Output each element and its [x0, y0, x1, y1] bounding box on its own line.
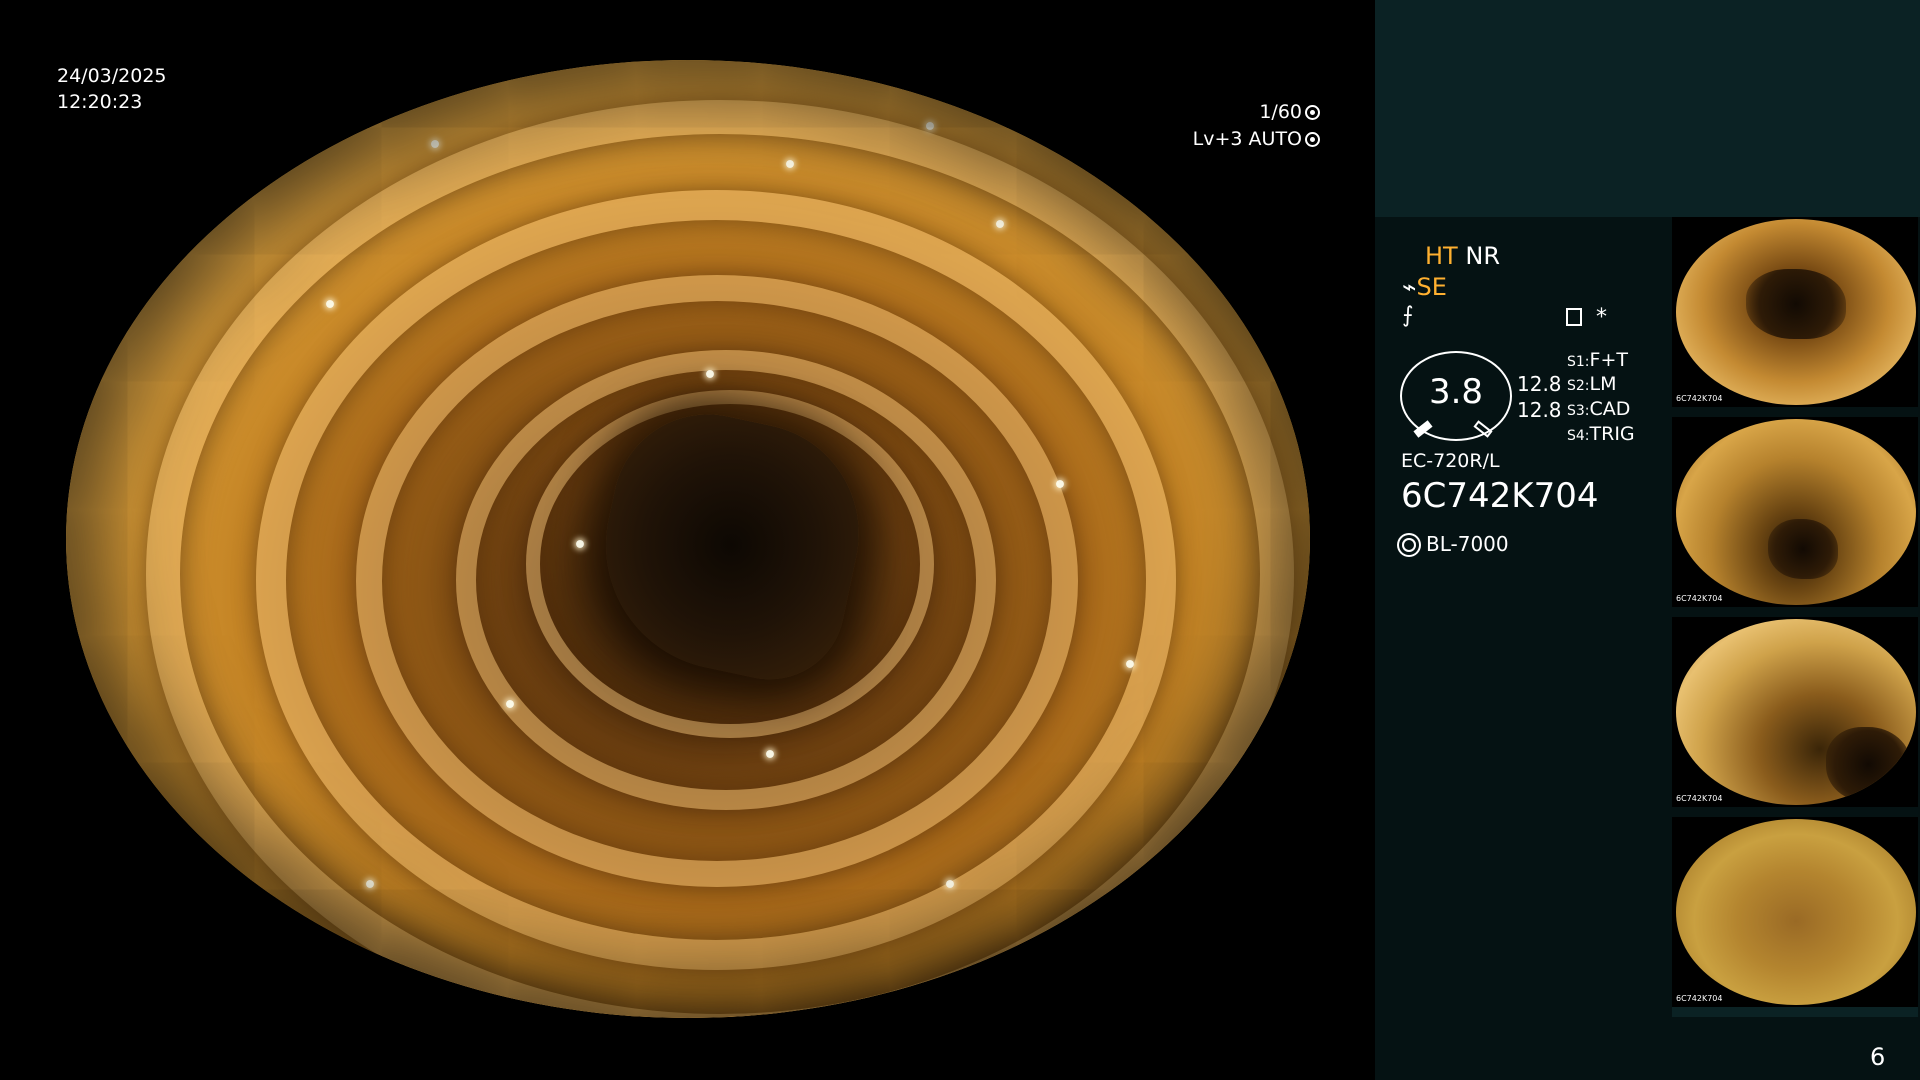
switch-key: S3:: [1567, 403, 1590, 419]
info-panel-header: [1375, 0, 1920, 217]
endoscope-live-image: [66, 60, 1310, 1018]
thumbnail-serial: 6C742K704: [1676, 394, 1723, 403]
thumbnail-image: [1676, 619, 1916, 805]
light-source-model: BL-7000: [1426, 532, 1509, 556]
shutter-icon: [1305, 105, 1320, 120]
switch-key: S2:: [1567, 378, 1590, 394]
structure-row: ⌁SE: [1402, 273, 1447, 301]
captured-image-thumbnail[interactable]: 6C742K704: [1672, 417, 1918, 607]
switch-key: S4:: [1567, 428, 1590, 444]
switch-key: S1:: [1567, 354, 1590, 370]
captured-image-thumbnail[interactable]: 6C742K704: [1672, 217, 1918, 407]
switch-row: S4:TRIG: [1567, 423, 1635, 445]
value-b: 12.8: [1517, 398, 1562, 422]
shutter-indicator: 1/60: [1259, 99, 1320, 125]
thumbnail-strip-footer: [1672, 1007, 1918, 1017]
auto-iris-icon: [1305, 132, 1320, 147]
captured-image-thumbnail[interactable]: 6C742K704: [1672, 817, 1918, 1007]
mode-row: HT NR: [1425, 242, 1500, 270]
brightness-indicator: Lv+3 AUTO: [1193, 126, 1320, 152]
nr-label: NR: [1465, 242, 1500, 270]
switch-value: TRIG: [1589, 423, 1635, 445]
gauge-value: 3.8: [1428, 372, 1484, 412]
structure-enhance-icon: ⌁: [1402, 273, 1417, 301]
light-source-icon: [1402, 538, 1416, 552]
value-a: 12.8: [1517, 372, 1562, 396]
thumbnail-serial: 6C742K704: [1676, 794, 1723, 803]
ht-label: HT: [1425, 242, 1458, 270]
switch-value: CAD: [1589, 398, 1631, 420]
freeze-icon: ⨍: [1402, 303, 1414, 328]
thumbnail-lumen: [1746, 269, 1846, 339]
brightness-level: Lv+3 AUTO: [1192, 128, 1302, 150]
memo-row: *: [1566, 305, 1607, 330]
light-source-row: BL-7000: [1402, 532, 1509, 556]
thumbnail-image: [1676, 419, 1916, 605]
scope-model: EC-720R/L: [1401, 450, 1500, 472]
memo-mark: *: [1596, 305, 1607, 330]
exam-date: 24/03/2025: [57, 65, 167, 87]
shutter-speed: 1/60: [1259, 101, 1302, 123]
thumbnail-lumen: [1768, 519, 1838, 579]
thumbnail-image: [1676, 819, 1916, 1005]
scope-serial-number: 6C742K704: [1401, 476, 1599, 516]
thumbnail-lumen: [1826, 727, 1911, 802]
captured-image-thumbnail[interactable]: 6C742K704: [1672, 617, 1918, 807]
switch-value: F+T: [1589, 349, 1628, 371]
switch-row: S2:LM: [1567, 373, 1617, 395]
se-label: SE: [1416, 273, 1447, 301]
page-number: 6: [1870, 1043, 1886, 1071]
exam-time: 12:20:23: [57, 91, 143, 113]
endoscopy-screen: 24/03/2025 12:20:23 1/60 Lv+3 AUTO HT NR…: [0, 0, 1920, 1080]
thumbnail-serial: 6C742K704: [1676, 994, 1723, 1003]
switch-row: S1:F+T: [1567, 349, 1628, 371]
switch-value: LM: [1589, 373, 1617, 395]
switch-row: S3:CAD: [1567, 398, 1630, 420]
thumbnail-serial: 6C742K704: [1676, 594, 1723, 603]
image-vignette: [66, 60, 1310, 1018]
thumbnail-image: [1676, 219, 1916, 405]
memo-icon: [1566, 308, 1582, 326]
